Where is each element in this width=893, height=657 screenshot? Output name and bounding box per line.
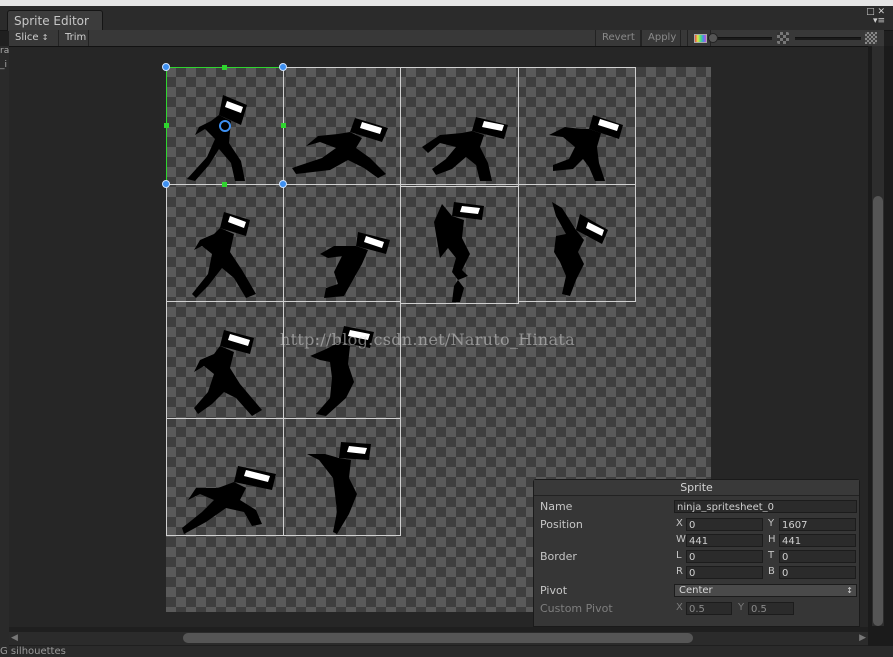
apply-button[interactable]: Apply [641,30,681,46]
resize-handle-bottom[interactable] [222,182,227,187]
x-label: X [676,518,683,529]
w-label: W [676,534,686,545]
pivot-label: Pivot [540,584,568,597]
resize-handle-right[interactable] [281,123,286,128]
editor-toolbar: Slice ↕ Trim Revert Apply [9,30,884,47]
ninja-frame-3 [422,117,508,181]
width-field[interactable]: 441 [686,534,763,547]
l-label: L [676,550,682,561]
ninja-frame-9 [194,330,262,416]
resize-handle-left[interactable] [164,123,169,128]
project-item-label: G silhouettes [0,646,893,657]
custom-pivot-y-field[interactable]: 0.5 [748,602,794,615]
resize-handle-top-right[interactable] [279,63,287,71]
left-panel-edge: ra _i [0,46,9,646]
title-bar: Sprite Editor □ ✕ ▾≡ [0,6,893,31]
dropdown-arrow-icon: ↕ [846,586,853,595]
custom-pivot-x-label: X [676,602,683,613]
ninja-frame-2 [292,118,388,178]
sprite-editor-tab[interactable]: Sprite Editor [7,10,103,31]
border-left-field[interactable]: 0 [686,550,763,563]
border-label: Border [540,550,577,563]
panel-title: Sprite [534,480,859,496]
horizontal-scrollbar[interactable]: ◀ ▶ [9,632,868,645]
slice-dropdown[interactable]: Slice ↕ [9,30,59,46]
t-label: T [768,550,775,561]
pivot-handle[interactable] [219,120,231,132]
resize-handle-top[interactable] [222,65,227,70]
pivot-value: Center [679,585,713,596]
position-label: Position [540,518,583,531]
h-label: H [768,534,776,545]
border-bottom-field[interactable]: 0 [779,566,856,579]
zoom-slider-knob[interactable] [708,33,718,43]
position-x-field[interactable]: 0 [686,518,763,531]
zoom-slider[interactable] [712,37,772,40]
r-label: R [676,566,683,577]
revert-button[interactable]: Revert [595,30,641,46]
border-right-field[interactable]: 0 [686,566,763,579]
watermark-text: http://blog.csdn.net/Naruto_Hinata [280,330,575,349]
height-field[interactable]: 441 [779,534,856,547]
position-y-field[interactable]: 1607 [779,518,856,531]
tab-menu-icon[interactable]: ▾≡ [873,16,885,26]
name-label: Name [540,500,573,513]
resize-handle-bottom-right[interactable] [279,180,287,188]
ninja-frame-6 [320,232,390,298]
rgb-icon [694,34,707,43]
name-field[interactable]: ninja_spritesheet_0 [674,500,857,513]
window-controls[interactable]: □ ✕ ▾≡ [866,8,885,26]
resize-handle-top-left[interactable] [162,63,170,71]
scroll-left-icon[interactable]: ◀ [11,632,18,645]
b-label: B [768,566,775,577]
mip-level-icon [777,32,789,44]
resize-handle-bottom-left[interactable] [162,180,170,188]
vertical-scroll-thumb[interactable] [873,196,883,626]
alpha-toggle-icon[interactable] [865,32,877,44]
ninja-frame-12 [307,442,371,534]
ninja-frame-8 [552,202,608,296]
custom-pivot-y-label: Y [738,602,745,613]
sprite-properties-panel: Sprite Name ninja_spritesheet_0 Position… [533,479,860,627]
slice-arrow-icon: ↕ [41,33,49,42]
pivot-dropdown[interactable]: Center ↕ [674,584,857,597]
custom-pivot-label: Custom Pivot [540,602,613,615]
border-top-field[interactable]: 0 [779,550,856,563]
mip-slider[interactable] [795,37,861,40]
ninja-frame-7 [434,202,484,302]
ninja-frame-4 [549,115,623,181]
horizontal-scroll-thumb[interactable] [183,633,693,643]
ninja-frame-11 [182,466,276,534]
scroll-right-icon[interactable]: ▶ [859,632,866,645]
trim-button[interactable]: Trim [59,30,89,46]
slice-label: Slice [15,32,39,43]
vertical-scrollbar[interactable] [872,46,884,626]
custom-pivot-x-field[interactable]: 0.5 [686,602,732,615]
y-label: Y [768,518,775,529]
ninja-frame-5 [192,212,256,298]
ninja-frame-1 [187,95,247,181]
